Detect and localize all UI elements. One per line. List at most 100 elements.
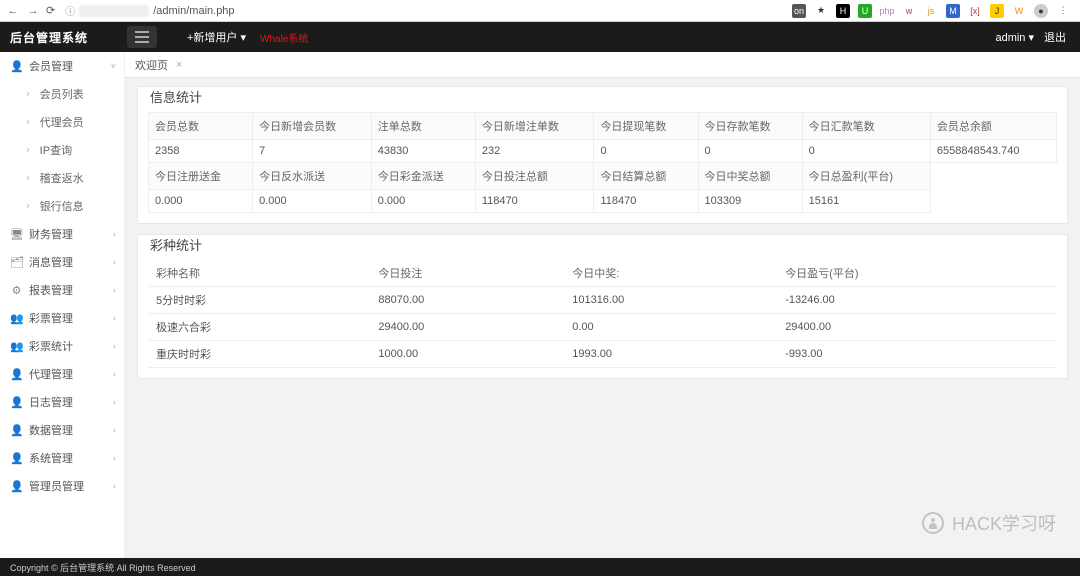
stats-head: 今日投注总额 [475,163,594,190]
sidebar-item-label: 管理员管理 [29,478,84,494]
stats-head: 今日反水派送 [253,163,372,190]
stats-value: 0.000 [253,190,372,213]
stats-value: 232 [475,140,594,163]
chevron-icon: ‹ [113,453,116,463]
brand-title: 后台管理系统 [0,29,125,46]
sidebar-icon: 👥 [10,340,23,353]
ext-icon[interactable]: W [1012,4,1026,18]
bullet-icon: › [26,144,30,156]
sidebar-subitem-label: 代理会员 [40,114,84,130]
sidebar-item-label: 消息管理 [29,254,73,270]
ext-icon[interactable]: M [946,4,960,18]
add-user-menu[interactable]: +新增用户 ▾ [187,29,246,45]
stats-head: 注单总数 [371,113,475,140]
bookmark-icon[interactable]: ★ [814,4,828,18]
stats-value: 0.00 [564,314,777,341]
stats-head: 今日提现笔数 [594,113,698,140]
ext-icon[interactable]: J [990,4,1004,18]
ext-icon[interactable]: H [836,4,850,18]
sidebar-item-label: 会员管理 [29,58,73,74]
tab-welcome[interactable]: 欢迎页 [135,57,168,73]
lottery-stats-panel: 彩种统计 彩种名称今日投注今日中奖:今日盈亏(平台)5分时时彩88070.001… [137,234,1068,379]
kebab-menu-icon[interactable]: ⋮ [1056,4,1070,18]
site-info-icon: ⓘ [65,3,75,18]
sidebar-item-label: 彩票统计 [29,338,73,354]
chevron-icon: ‹ [113,369,116,379]
bullet-icon: › [26,172,30,184]
stats-head: 今日汇款笔数 [802,113,930,140]
sidebar-item-4[interactable]: 👥彩票管理‹ [0,304,124,332]
stats-head: 今日中奖: [564,260,777,287]
ext-icon[interactable]: U [858,4,872,18]
stats-head: 今日中奖总额 [698,163,802,190]
stats-head: 今日新增会员数 [253,113,372,140]
sidebar-item-3[interactable]: ⚙报表管理‹ [0,276,124,304]
app-topbar: 后台管理系统 +新增用户 ▾ Whale系统 admin ▾ 退出 [0,22,1080,52]
account-menu[interactable]: admin ▾ [995,31,1034,44]
sidebar-subitem-0-1[interactable]: › 代理会员 [0,108,124,136]
sidebar-icon: 🖥 [10,228,23,241]
stats-value: 0 [698,140,802,163]
url-bar[interactable]: ⓘ /admin/main.php [61,2,786,20]
chevron-icon: ‹ [113,397,116,407]
url-host-redacted [79,5,149,17]
sidebar-item-6[interactable]: 👤代理管理‹ [0,360,124,388]
reload-button[interactable]: ⟳ [46,4,55,17]
sidebar-toggle[interactable] [127,26,157,48]
profile-avatar-icon[interactable]: ● [1034,4,1048,18]
forward-button[interactable]: → [26,4,40,18]
chevron-icon: ‹ [113,341,116,351]
extensions-tray: on ★ H U php w js M [x] J W ● ⋮ [792,4,1074,18]
close-tab-icon[interactable]: × [174,59,184,71]
sidebar-item-9[interactable]: 👤系统管理‹ [0,444,124,472]
stats-value: 0.000 [371,190,475,213]
logout-button[interactable]: 退出 [1044,29,1066,45]
stats-value: 重庆时时彩 [148,341,370,368]
stats-value: 88070.00 [370,287,564,314]
sidebar-item-label: 数据管理 [29,422,73,438]
chevron-icon: ‹ [113,257,116,267]
sidebar-item-7[interactable]: 👤日志管理‹ [0,388,124,416]
ext-icon[interactable]: w [902,4,916,18]
sidebar-icon: 👤 [10,396,23,409]
ext-icon[interactable]: php [880,4,894,18]
sidebar-item-label: 财务管理 [29,226,73,242]
sidebar-item-8[interactable]: 👤数据管理‹ [0,416,124,444]
stats-value: 7 [253,140,372,163]
sidebar-item-2[interactable]: 🗂消息管理‹ [0,248,124,276]
sidebar-subitem-0-2[interactable]: › IP查询 [0,136,124,164]
bullet-icon: › [26,200,30,212]
info-stats-table: 会员总数今日新增会员数注单总数今日新增注单数今日提现笔数今日存款笔数今日汇款笔数… [148,112,1057,213]
system-tag: Whale系统 [260,30,308,45]
bullet-icon: › [26,116,30,128]
sidebar: 👤会员管理˅›会员列表›代理会员›IP查询›稽查返水›银行信息🖥财务管理‹🗂消息… [0,52,125,558]
stats-value: 6558848543.740 [930,140,1056,163]
ext-icon[interactable]: [x] [968,4,982,18]
sidebar-subitem-0-0[interactable]: ›会员列表 [0,80,124,108]
stats-value: 0 [802,140,930,163]
bullet-icon: › [26,88,30,100]
sidebar-subitem-0-4[interactable]: ›银行信息 [0,192,124,220]
sidebar-item-5[interactable]: 👥 彩票统计 ‹ [0,332,124,360]
back-button[interactable]: ← [6,4,20,18]
stats-value: 43830 [371,140,475,163]
ext-icon[interactable]: js [924,4,938,18]
sidebar-item-0[interactable]: 👤会员管理˅ [0,52,124,80]
stats-value: 1000.00 [370,341,564,368]
sidebar-subitem-0-3[interactable]: ›稽查返水 [0,164,124,192]
stats-value: 118470 [594,190,698,213]
sidebar-icon: 👤 [10,480,23,493]
stats-value: 0.000 [149,190,253,213]
stats-head: 今日注册送金 [149,163,253,190]
chevron-icon: ‹ [113,229,116,239]
stats-value: 0 [594,140,698,163]
sidebar-item-1[interactable]: 🖥 财务管理 ‹ [0,220,124,248]
stats-value: 极速六合彩 [148,314,370,341]
ext-icon[interactable]: on [792,4,806,18]
sidebar-subitem-label: IP查询 [40,142,72,158]
sidebar-item-10[interactable]: 👤管理员管理‹ [0,472,124,500]
chevron-icon: ‹ [113,425,116,435]
stats-value: 118470 [475,190,594,213]
stats-value: -993.00 [777,341,1057,368]
stats-head: 今日结算总额 [594,163,698,190]
